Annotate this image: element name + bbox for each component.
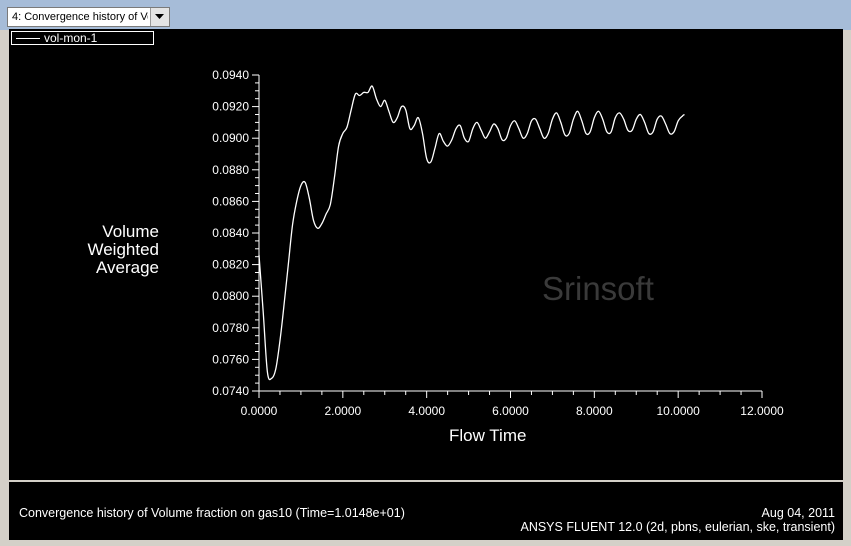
y-tick-label: 0.0900 [212,131,249,145]
x-tick-label: 6.0000 [492,404,529,418]
plot-date: Aug 04, 2011 [761,506,835,520]
y-tick-label: 0.0840 [212,226,249,240]
x-tick-label: 4.0000 [408,404,445,418]
plot-description: Convergence history of Volume fraction o… [19,506,405,520]
y-tick-label: 0.0800 [212,289,249,303]
y-tick-label: 0.0780 [212,321,249,335]
x-tick-label: 0.0000 [241,404,278,418]
x-tick-label: 10.0000 [656,404,700,418]
y-tick-label: 0.0920 [212,100,249,114]
window-selector-label: 4: Convergence history of Vo [12,11,148,23]
y-tick-label: 0.0760 [212,352,249,366]
window-titlebar: 4: Convergence history of Vo [0,0,851,30]
solver-version: ANSYS FLUENT 12.0 (2d, pbns, eulerian, s… [520,520,835,534]
footer-panel: Convergence history of Volume fraction o… [9,482,843,540]
x-tick-label: 12.0000 [740,404,784,418]
series-line-vol-mon-1 [258,85,685,381]
y-tick-label: 0.0820 [212,258,249,272]
plot-area: 0.0000 2.0000 4.0000 6.0000 8.0000 10.0000 12.… [212,68,784,418]
graphics-canvas[interactable]: vol-mon-1 Volume Weighted Average Flow T… [9,29,843,480]
y-tick-label: 0.0880 [212,163,249,177]
window-selector-dropdown[interactable]: 4: Convergence history of Vo [7,7,170,27]
dropdown-arrow-button[interactable] [150,8,169,26]
chevron-down-icon [155,14,164,19]
x-tick-label: 8.0000 [576,404,613,418]
y-tick-label: 0.0860 [212,194,249,208]
y-tick-label: 0.0740 [212,384,249,398]
y-tick-label: 0.0940 [212,68,249,82]
x-tick-label: 2.0000 [324,404,361,418]
